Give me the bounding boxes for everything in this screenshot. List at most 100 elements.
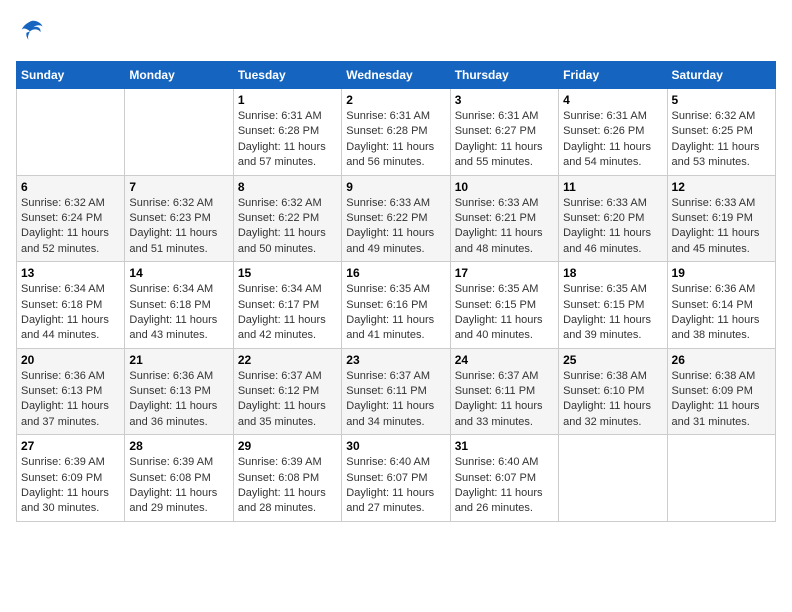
day-number: 31 xyxy=(455,439,554,453)
day-number: 30 xyxy=(346,439,445,453)
day-info: Sunrise: 6:32 AM Sunset: 6:25 PM Dayligh… xyxy=(672,109,771,171)
calendar-cell: 19 Sunrise: 6:36 AM Sunset: 6:14 PM Dayl… xyxy=(667,262,775,349)
day-info: Sunrise: 6:31 AM Sunset: 6:26 PM Dayligh… xyxy=(563,109,662,171)
day-info: Sunrise: 6:35 AM Sunset: 6:15 PM Dayligh… xyxy=(455,282,554,344)
day-info: Sunrise: 6:32 AM Sunset: 6:22 PM Dayligh… xyxy=(238,196,337,258)
day-number: 8 xyxy=(238,180,337,194)
day-info: Sunrise: 6:37 AM Sunset: 6:12 PM Dayligh… xyxy=(238,369,337,431)
day-info: Sunrise: 6:37 AM Sunset: 6:11 PM Dayligh… xyxy=(346,369,445,431)
day-info: Sunrise: 6:34 AM Sunset: 6:17 PM Dayligh… xyxy=(238,282,337,344)
calendar-cell: 28 Sunrise: 6:39 AM Sunset: 6:08 PM Dayl… xyxy=(125,435,233,522)
calendar-cell: 23 Sunrise: 6:37 AM Sunset: 6:11 PM Dayl… xyxy=(342,348,450,435)
calendar-cell: 27 Sunrise: 6:39 AM Sunset: 6:09 PM Dayl… xyxy=(17,435,125,522)
calendar-cell: 9 Sunrise: 6:33 AM Sunset: 6:22 PM Dayli… xyxy=(342,175,450,262)
day-number: 2 xyxy=(346,93,445,107)
calendar-cell: 25 Sunrise: 6:38 AM Sunset: 6:10 PM Dayl… xyxy=(559,348,667,435)
calendar-cell: 12 Sunrise: 6:33 AM Sunset: 6:19 PM Dayl… xyxy=(667,175,775,262)
day-number: 25 xyxy=(563,353,662,367)
calendar-week-row: 1 Sunrise: 6:31 AM Sunset: 6:28 PM Dayli… xyxy=(17,89,776,176)
calendar-cell: 17 Sunrise: 6:35 AM Sunset: 6:15 PM Dayl… xyxy=(450,262,558,349)
weekday-header: Saturday xyxy=(667,62,775,89)
day-number: 1 xyxy=(238,93,337,107)
day-info: Sunrise: 6:32 AM Sunset: 6:23 PM Dayligh… xyxy=(129,196,228,258)
day-number: 15 xyxy=(238,266,337,280)
page-header xyxy=(16,16,776,49)
day-info: Sunrise: 6:36 AM Sunset: 6:13 PM Dayligh… xyxy=(21,369,120,431)
calendar-cell: 10 Sunrise: 6:33 AM Sunset: 6:21 PM Dayl… xyxy=(450,175,558,262)
calendar-cell: 15 Sunrise: 6:34 AM Sunset: 6:17 PM Dayl… xyxy=(233,262,341,349)
calendar-cell xyxy=(17,89,125,176)
calendar-cell: 31 Sunrise: 6:40 AM Sunset: 6:07 PM Dayl… xyxy=(450,435,558,522)
day-info: Sunrise: 6:32 AM Sunset: 6:24 PM Dayligh… xyxy=(21,196,120,258)
day-number: 16 xyxy=(346,266,445,280)
calendar-cell xyxy=(559,435,667,522)
logo-icon xyxy=(16,16,44,49)
day-number: 7 xyxy=(129,180,228,194)
day-number: 10 xyxy=(455,180,554,194)
calendar-cell: 1 Sunrise: 6:31 AM Sunset: 6:28 PM Dayli… xyxy=(233,89,341,176)
weekday-header: Monday xyxy=(125,62,233,89)
day-number: 21 xyxy=(129,353,228,367)
day-info: Sunrise: 6:39 AM Sunset: 6:09 PM Dayligh… xyxy=(21,455,120,517)
weekday-header: Sunday xyxy=(17,62,125,89)
calendar-cell: 24 Sunrise: 6:37 AM Sunset: 6:11 PM Dayl… xyxy=(450,348,558,435)
calendar-cell: 26 Sunrise: 6:38 AM Sunset: 6:09 PM Dayl… xyxy=(667,348,775,435)
calendar-header-row: SundayMondayTuesdayWednesdayThursdayFrid… xyxy=(17,62,776,89)
day-number: 27 xyxy=(21,439,120,453)
day-info: Sunrise: 6:39 AM Sunset: 6:08 PM Dayligh… xyxy=(238,455,337,517)
calendar-cell: 20 Sunrise: 6:36 AM Sunset: 6:13 PM Dayl… xyxy=(17,348,125,435)
day-info: Sunrise: 6:34 AM Sunset: 6:18 PM Dayligh… xyxy=(21,282,120,344)
day-number: 29 xyxy=(238,439,337,453)
calendar-cell: 11 Sunrise: 6:33 AM Sunset: 6:20 PM Dayl… xyxy=(559,175,667,262)
day-number: 18 xyxy=(563,266,662,280)
calendar-cell: 16 Sunrise: 6:35 AM Sunset: 6:16 PM Dayl… xyxy=(342,262,450,349)
calendar-cell: 4 Sunrise: 6:31 AM Sunset: 6:26 PM Dayli… xyxy=(559,89,667,176)
calendar-week-row: 13 Sunrise: 6:34 AM Sunset: 6:18 PM Dayl… xyxy=(17,262,776,349)
calendar-week-row: 6 Sunrise: 6:32 AM Sunset: 6:24 PM Dayli… xyxy=(17,175,776,262)
day-info: Sunrise: 6:33 AM Sunset: 6:20 PM Dayligh… xyxy=(563,196,662,258)
day-info: Sunrise: 6:38 AM Sunset: 6:10 PM Dayligh… xyxy=(563,369,662,431)
calendar-cell: 6 Sunrise: 6:32 AM Sunset: 6:24 PM Dayli… xyxy=(17,175,125,262)
calendar-cell: 18 Sunrise: 6:35 AM Sunset: 6:15 PM Dayl… xyxy=(559,262,667,349)
calendar-week-row: 20 Sunrise: 6:36 AM Sunset: 6:13 PM Dayl… xyxy=(17,348,776,435)
calendar-cell xyxy=(125,89,233,176)
day-info: Sunrise: 6:35 AM Sunset: 6:16 PM Dayligh… xyxy=(346,282,445,344)
day-info: Sunrise: 6:31 AM Sunset: 6:27 PM Dayligh… xyxy=(455,109,554,171)
calendar-cell: 29 Sunrise: 6:39 AM Sunset: 6:08 PM Dayl… xyxy=(233,435,341,522)
day-number: 17 xyxy=(455,266,554,280)
day-info: Sunrise: 6:31 AM Sunset: 6:28 PM Dayligh… xyxy=(346,109,445,171)
day-number: 11 xyxy=(563,180,662,194)
logo xyxy=(16,16,48,49)
day-number: 19 xyxy=(672,266,771,280)
day-number: 14 xyxy=(129,266,228,280)
day-number: 13 xyxy=(21,266,120,280)
day-number: 5 xyxy=(672,93,771,107)
day-number: 9 xyxy=(346,180,445,194)
calendar-cell: 5 Sunrise: 6:32 AM Sunset: 6:25 PM Dayli… xyxy=(667,89,775,176)
day-info: Sunrise: 6:33 AM Sunset: 6:19 PM Dayligh… xyxy=(672,196,771,258)
day-number: 6 xyxy=(21,180,120,194)
day-info: Sunrise: 6:36 AM Sunset: 6:14 PM Dayligh… xyxy=(672,282,771,344)
weekday-header: Thursday xyxy=(450,62,558,89)
day-number: 28 xyxy=(129,439,228,453)
day-info: Sunrise: 6:38 AM Sunset: 6:09 PM Dayligh… xyxy=(672,369,771,431)
day-info: Sunrise: 6:39 AM Sunset: 6:08 PM Dayligh… xyxy=(129,455,228,517)
calendar-cell: 21 Sunrise: 6:36 AM Sunset: 6:13 PM Dayl… xyxy=(125,348,233,435)
calendar-cell: 30 Sunrise: 6:40 AM Sunset: 6:07 PM Dayl… xyxy=(342,435,450,522)
calendar-table: SundayMondayTuesdayWednesdayThursdayFrid… xyxy=(16,61,776,522)
calendar-week-row: 27 Sunrise: 6:39 AM Sunset: 6:09 PM Dayl… xyxy=(17,435,776,522)
day-number: 24 xyxy=(455,353,554,367)
day-info: Sunrise: 6:36 AM Sunset: 6:13 PM Dayligh… xyxy=(129,369,228,431)
day-number: 22 xyxy=(238,353,337,367)
day-number: 20 xyxy=(21,353,120,367)
calendar-cell: 3 Sunrise: 6:31 AM Sunset: 6:27 PM Dayli… xyxy=(450,89,558,176)
weekday-header: Friday xyxy=(559,62,667,89)
weekday-header: Tuesday xyxy=(233,62,341,89)
day-info: Sunrise: 6:40 AM Sunset: 6:07 PM Dayligh… xyxy=(455,455,554,517)
calendar-cell xyxy=(667,435,775,522)
calendar-cell: 2 Sunrise: 6:31 AM Sunset: 6:28 PM Dayli… xyxy=(342,89,450,176)
day-info: Sunrise: 6:37 AM Sunset: 6:11 PM Dayligh… xyxy=(455,369,554,431)
day-info: Sunrise: 6:33 AM Sunset: 6:22 PM Dayligh… xyxy=(346,196,445,258)
day-number: 12 xyxy=(672,180,771,194)
day-number: 26 xyxy=(672,353,771,367)
